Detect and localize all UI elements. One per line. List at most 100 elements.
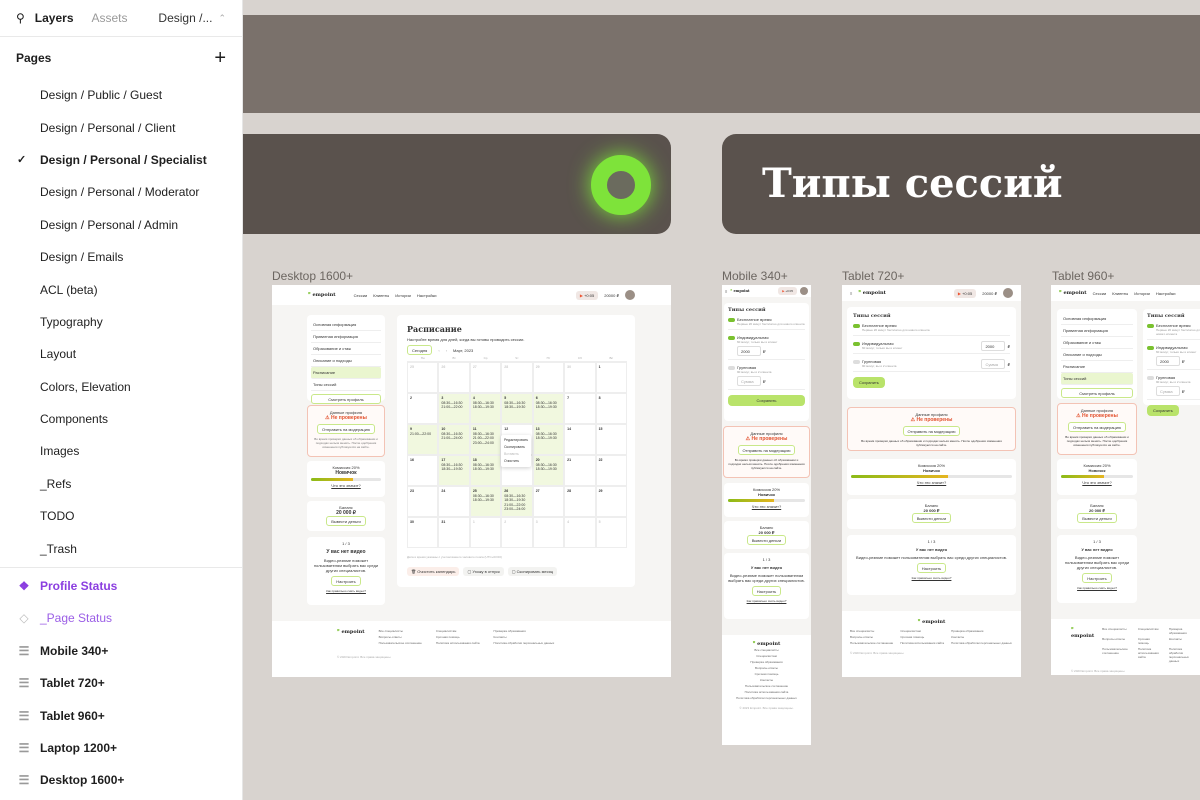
calendar-day[interactable]: 25: [407, 362, 439, 393]
context-menu-item[interactable]: Очистить: [504, 458, 528, 465]
calendar-day[interactable]: 26: [438, 362, 470, 393]
page-item[interactable]: ✓ Design / Personal / Specialist: [0, 144, 242, 176]
session-toggle[interactable]: [1147, 323, 1154, 328]
view-profile-button[interactable]: Смотреть профиль: [1061, 388, 1133, 398]
page-item[interactable]: _Refs: [0, 468, 242, 500]
footer-link[interactable]: Срочная помощь: [900, 635, 945, 639]
profile-menu-item[interactable]: Основная информация: [311, 319, 381, 331]
withdraw-button[interactable]: Вывести деньги: [326, 516, 366, 526]
session-toggle[interactable]: [728, 317, 735, 322]
send-moderation-button[interactable]: Отправить на модерацию: [737, 445, 796, 455]
page-item[interactable]: Colors, Elevation: [0, 371, 242, 403]
calendar-day[interactable]: 18 08:30—16:30 18:30—19:30: [469, 455, 502, 486]
page-item[interactable]: ACL (beta): [0, 273, 242, 305]
page-item[interactable]: _Trash: [0, 532, 242, 564]
prev-month-icon[interactable]: ‹: [438, 348, 439, 353]
calendar-day[interactable]: 11 08:30—16:30 21:00—22:00 23:00—24:00: [469, 424, 502, 455]
calendar-day[interactable]: 30: [407, 517, 439, 548]
price-input[interactable]: 2000: [1156, 356, 1180, 366]
video-pager[interactable]: 1 / 3: [728, 557, 805, 562]
page-item[interactable]: TODO: [0, 500, 242, 532]
footer-link[interactable]: Политика обработки персональных данных: [494, 641, 555, 645]
frame-mobile[interactable]: ≡ empoint +0:05 Типы сессий Бесплатное вр…: [722, 285, 811, 745]
send-moderation-button[interactable]: Отправить на модерацию: [317, 424, 375, 434]
nav-stories[interactable]: Истории: [1134, 291, 1150, 296]
calendar-day[interactable]: 2: [407, 393, 439, 424]
video-pager[interactable]: 1 / 3: [1061, 539, 1133, 544]
nav-stories[interactable]: Истории: [395, 293, 411, 298]
timer-badge[interactable]: +0:05: [778, 287, 797, 295]
calendar-day[interactable]: 5: [595, 517, 627, 548]
calendar-day[interactable]: 29: [532, 362, 565, 393]
page-item[interactable]: Design / Public / Guest: [0, 79, 242, 111]
calendar-day[interactable]: 22: [595, 455, 627, 486]
price-input[interactable]: Сумма: [1156, 386, 1180, 396]
frame-tablet960[interactable]: empoint Сессии Клиенты Истории Настройки…: [1051, 285, 1200, 675]
timer-badge[interactable]: +0:05: [575, 290, 599, 300]
layer-item[interactable]: ☰ Desktop 1600+: [0, 764, 242, 796]
send-moderation-button[interactable]: Отправить на модерацию: [1068, 422, 1126, 432]
nav-sessions[interactable]: Сессии: [1093, 291, 1107, 296]
what-means-link[interactable]: Что это значит?: [728, 504, 805, 509]
how-record-link[interactable]: Как правильно снять видео?: [311, 589, 381, 593]
calendar-day[interactable]: 6 08:30—16:30 18:30—19:30: [532, 393, 565, 424]
session-toggle[interactable]: [853, 323, 860, 328]
footer-link[interactable]: Проверка образования: [494, 629, 555, 633]
footer-link[interactable]: Специалистам: [1138, 627, 1161, 635]
setup-video-button[interactable]: Настроить: [1082, 573, 1112, 583]
calendar-day[interactable]: 3 08:30—16:30 21:00—22:00: [438, 393, 470, 424]
video-pager[interactable]: 1 / 3: [311, 541, 381, 546]
footer-link[interactable]: Политика использования сайта: [436, 641, 480, 645]
calendar-day[interactable]: 14: [564, 424, 596, 455]
session-toggle[interactable]: [728, 335, 735, 340]
page-item[interactable]: Typography: [0, 306, 242, 338]
session-toggle[interactable]: [853, 341, 860, 346]
calendar-day[interactable]: 17 08:30—16:30 18:30—19:30: [438, 455, 470, 486]
calendar-day[interactable]: 8: [595, 393, 627, 424]
what-means-link[interactable]: Что это значит?: [311, 483, 381, 488]
footer-link[interactable]: Политика обработки персональных данных: [728, 695, 805, 701]
footer-link[interactable]: Пользовательское соглашение: [379, 641, 422, 645]
canvas[interactable]: Типы сессий Desktop 1600+ Mobile 340+ Ta…: [243, 0, 1200, 800]
page-item[interactable]: Design / Personal / Moderator: [0, 176, 242, 208]
price-input[interactable]: Сумма: [737, 376, 761, 386]
layer-item[interactable]: ☰ Laptop 1200+: [0, 732, 242, 764]
view-profile-button[interactable]: Смотреть профиль: [311, 394, 381, 404]
calendar-day[interactable]: 21: [564, 455, 596, 486]
calendar-day[interactable]: 28: [564, 486, 596, 517]
tab-layers[interactable]: Layers: [35, 11, 74, 25]
calendar-day[interactable]: 5 08:30—16:30 18:30—19:30: [501, 393, 533, 424]
calendar-action-button[interactable]: 🗑 Очистить календарь: [407, 567, 460, 576]
calendar-day[interactable]: 1: [469, 517, 502, 548]
calendar-day[interactable]: 3: [532, 517, 565, 548]
withdraw-button[interactable]: Вывести деньги: [1077, 513, 1117, 523]
footer-link[interactable]: Все специалисты: [379, 629, 422, 633]
footer-link[interactable]: Все специалисты: [850, 629, 894, 633]
session-toggle[interactable]: [853, 359, 860, 364]
save-button[interactable]: Сохранить: [728, 395, 805, 406]
calendar-action-button[interactable]: ▢ Скопировать месяц: [507, 567, 558, 576]
price-input[interactable]: 2000: [737, 346, 761, 356]
setup-video-button[interactable]: Настроить: [751, 586, 782, 596]
footer-link[interactable]: Вопросы-ответы: [379, 635, 422, 639]
avatar[interactable]: [1003, 288, 1013, 298]
footer-link[interactable]: Вопросы-ответы: [850, 635, 894, 639]
layer-item[interactable]: ☰ Mobile 340+: [0, 635, 242, 667]
context-menu-item[interactable]: Скопировать: [504, 444, 528, 451]
calendar-day[interactable]: 30: [564, 362, 596, 393]
today-button[interactable]: Сегодня: [407, 345, 433, 355]
footer-link[interactable]: Политика использования сайта: [1138, 647, 1161, 663]
video-pager[interactable]: 1 / 3: [851, 539, 1012, 544]
calendar-day[interactable]: 10 08:30—16:30 21:00—24:00: [438, 424, 470, 455]
price-input[interactable]: 2000: [981, 341, 1006, 351]
calendar-day[interactable]: 4 08:30—16:30 18:30—19:30: [469, 393, 502, 424]
profile-menu-item[interactable]: Приватная информация: [1061, 325, 1133, 337]
nav-settings[interactable]: Настройки: [417, 293, 437, 298]
page-item[interactable]: Components: [0, 403, 242, 435]
profile-menu-item[interactable]: Расписание: [1061, 361, 1133, 373]
page-item[interactable]: Design / Emails: [0, 241, 242, 273]
save-button[interactable]: Сохранить: [853, 377, 885, 388]
layer-item[interactable]: ❖ Profile Status: [0, 570, 242, 602]
next-month-icon[interactable]: ›: [446, 348, 447, 353]
profile-menu-item[interactable]: Образование и стаж: [311, 343, 381, 355]
